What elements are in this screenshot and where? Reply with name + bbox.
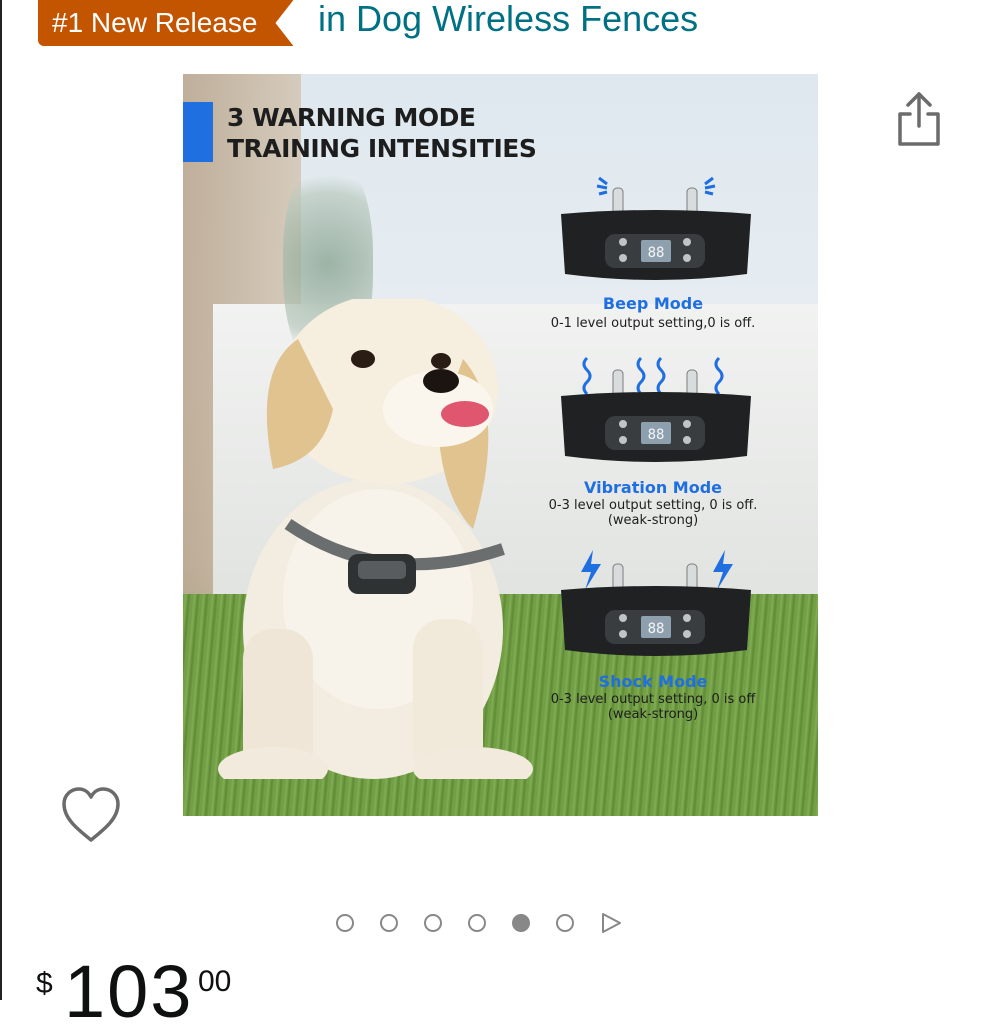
vibration-mode-desc-line-2: (weak-strong) <box>607 513 699 528</box>
share-icon <box>898 92 940 146</box>
collar-display-text: 88 <box>648 621 665 637</box>
vibration-collar: 88 <box>559 356 753 462</box>
price-fraction: 00 <box>198 965 232 998</box>
headline-line-1: 3 WARNING MODE <box>227 103 476 132</box>
carousel-dot-5-active[interactable] <box>512 914 530 932</box>
image-headline: 3 WARNING MODE TRAINING INTENSITIES <box>227 102 537 164</box>
shock-mode-label: Shock Mode <box>598 672 708 691</box>
video-play-icon[interactable] <box>600 912 622 934</box>
carousel-dot-4[interactable] <box>468 914 486 932</box>
share-button[interactable] <box>892 90 946 150</box>
vibration-collar-graphic: 88 <box>561 356 751 462</box>
shock-collar: 88 <box>559 550 753 656</box>
beep-mode-label: Beep Mode <box>602 294 704 313</box>
puppy-illustration <box>218 299 533 779</box>
image-carousel-indicator <box>336 910 622 936</box>
carousel-dot-6[interactable] <box>556 914 574 932</box>
shock-mode-desc-line-1: 0-3 level output setting, 0 is off <box>550 692 756 707</box>
headline-accent-bar <box>183 102 213 162</box>
beep-mode-description: 0-1 level output setting,0 is off. <box>513 316 793 331</box>
price-currency-symbol: $ <box>36 967 53 1000</box>
product-image[interactable]: 3 WARNING MODE TRAINING INTENSITIES 88 B… <box>183 74 818 816</box>
price-whole: 103 <box>64 950 194 1033</box>
shock-mode-description: 0-3 level output setting, 0 is off (weak… <box>513 692 793 722</box>
shock-mode-desc-line-2: (weak-strong) <box>607 707 699 722</box>
carousel-dot-3[interactable] <box>424 914 442 932</box>
headline-line-2: TRAINING INTENSITIES <box>227 134 537 163</box>
best-seller-badge[interactable]: #1 New Release <box>38 0 293 46</box>
collar-display-text: 88 <box>648 245 665 261</box>
category-link[interactable]: in Dog Wireless Fences <box>318 0 698 42</box>
left-edge-border <box>0 0 2 1000</box>
vibration-mode-label: Vibration Mode <box>583 478 723 497</box>
beep-collar: 88 <box>559 174 753 280</box>
shock-collar-graphic: 88 <box>561 550 751 656</box>
wishlist-button[interactable] <box>60 786 122 844</box>
collar-display-text: 88 <box>648 427 665 443</box>
vibration-mode-description: 0-3 level output setting, 0 is off. (wea… <box>513 498 793 528</box>
vibration-mode-desc-line-1: 0-3 level output setting, 0 is off. <box>548 498 758 513</box>
beep-mode-desc-line-1: 0-1 level output setting,0 is off. <box>550 316 756 331</box>
carousel-dot-2[interactable] <box>380 914 398 932</box>
beep-collar-graphic: 88 <box>561 176 751 280</box>
carousel-dot-1[interactable] <box>336 914 354 932</box>
heart-outline-icon <box>62 787 120 842</box>
